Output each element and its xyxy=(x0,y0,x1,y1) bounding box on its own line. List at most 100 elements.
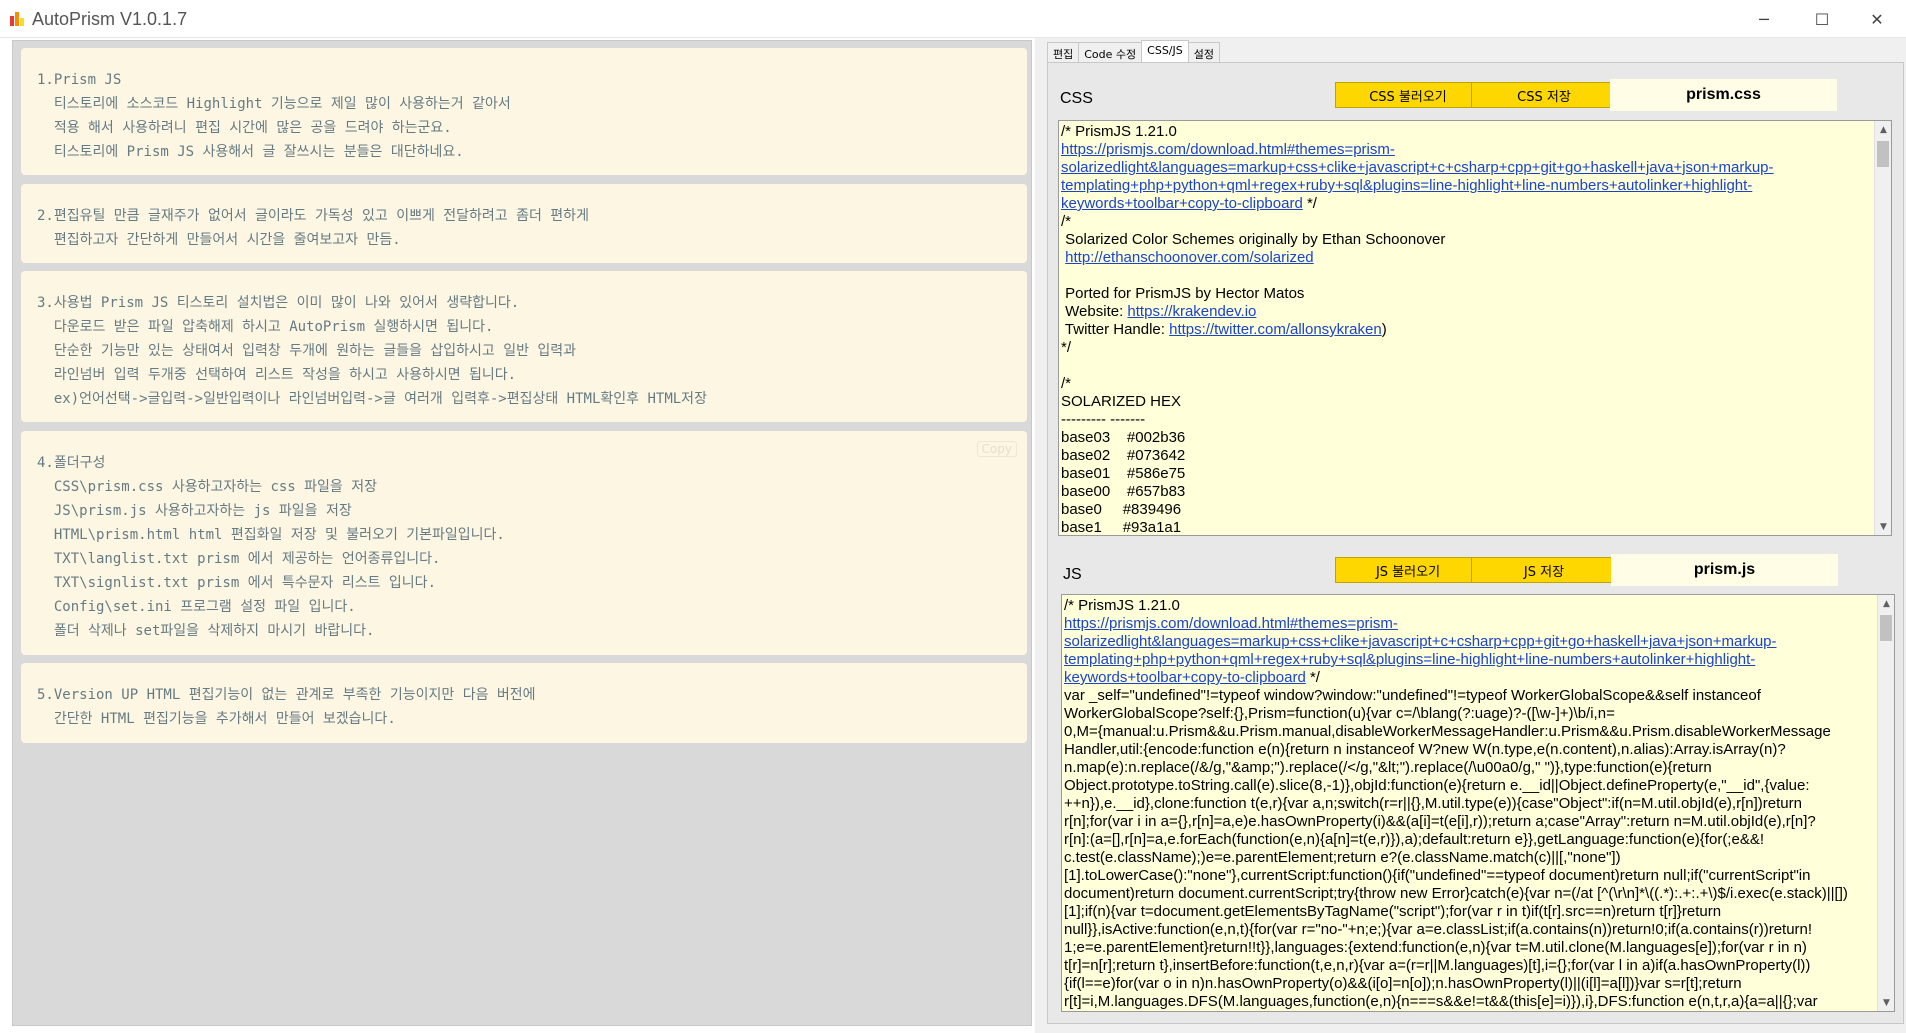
note-line: 티스토리에 소스코드 Highlight 기능으로 제일 많이 사용하는거 같아… xyxy=(37,96,511,112)
note-line: 폴더 삭제나 set파일을 삭제하지 마시기 바랍니다. xyxy=(37,623,375,639)
copy-button[interactable]: Copy xyxy=(976,441,1017,457)
code-line: templating+php+python+qml+regex+ruby+sql… xyxy=(1061,177,1873,195)
scroll-up-icon[interactable]: ▲ xyxy=(1875,121,1891,138)
note-card-5: 5.Version UP HTML 편집기능이 없는 관계로 부족한 기능이지만… xyxy=(21,663,1027,743)
note-line: ex)언어선택->글입력->일반입력이나 라인넘버입력->글 여러개 입력후->… xyxy=(37,391,707,407)
note-line: Config\set.ini 프로그램 설정 파일 입니다. xyxy=(37,599,356,615)
pane-splitter[interactable] xyxy=(1035,38,1042,1033)
code-line: r[n]:(a=[],r[n]=a,e.forEach(function(e,n… xyxy=(1064,831,1764,848)
scroll-up-icon[interactable]: ▲ xyxy=(1878,595,1894,612)
css-filename: prism.css xyxy=(1610,79,1837,111)
scroll-down-icon[interactable]: ▼ xyxy=(1875,518,1891,535)
code-line: null}},isActive:function(e,n,t){for(var … xyxy=(1064,921,1813,938)
note-line: 다운로드 받은 파일 압축해제 하시고 AutoPrism 실행하시면 됩니다. xyxy=(37,319,494,335)
note-line: CSS\prism.css 사용하고자하는 css 파일을 저장 xyxy=(37,479,377,495)
code-line: base03 #002b36 xyxy=(1061,429,1186,446)
js-save-button[interactable]: JS 저장 xyxy=(1471,557,1617,583)
note-line: 단순한 기능만 있는 상태여서 입력창 두개에 원하는 글들을 삽입하시고 일반… xyxy=(37,343,577,359)
note-line: JS\prism.js 사용하고자하는 js 파일을 저장 xyxy=(37,503,352,519)
code-line: /* PrismJS 1.21.0 xyxy=(1061,123,1177,140)
note-line: TXT\signlist.txt prism 에서 특수문자 리스트 입니다. xyxy=(37,575,436,591)
tab-settings[interactable]: 설정 xyxy=(1187,42,1220,62)
code-link[interactable]: http://ethanschoonover.com/solarized xyxy=(1065,249,1313,266)
note-line: 2.편집유틸 만큼 글재주가 없어서 글이라도 가독성 있고 이쁘게 전달하려고… xyxy=(37,208,589,224)
css-label: CSS xyxy=(1060,90,1093,107)
code-link[interactable]: solarizedlight&languages=markup+css+clik… xyxy=(1061,159,1774,176)
editor-pane: 편집 Code 수정 CSS/JS 설정 CSS CSS 불러오기 CSS 저장… xyxy=(1042,38,1906,1033)
note-line: 4.폴더구성 xyxy=(37,455,106,471)
code-line: Website: https://krakendev.io xyxy=(1061,303,1257,320)
note-card-3: 3.사용법 Prism JS 티스토리 설치법은 이미 많이 나와 있어서 생략… xyxy=(21,271,1027,422)
code-link[interactable]: keywords+toolbar+copy-to-clipboard xyxy=(1064,669,1306,686)
css-editor[interactable]: /* PrismJS 1.21.0 https://prismjs.com/dow… xyxy=(1058,120,1892,536)
note-line: HTML\prism.html html 편집화일 저장 및 불러오기 기본파일… xyxy=(37,527,505,543)
code-link[interactable]: templating+php+python+qml+regex+ruby+sql… xyxy=(1064,651,1755,668)
js-load-button[interactable]: JS 불러오기 xyxy=(1335,557,1481,583)
code-line: document)return document.currentScript;t… xyxy=(1064,885,1848,902)
code-link[interactable]: keywords+toolbar+copy-to-clipboard xyxy=(1061,195,1303,212)
code-line: r[t]=i,M.languages.DFS(M.languages,funct… xyxy=(1064,993,1818,1010)
code-line: n.map(e):n.replace(/&/g,"&amp;").replace… xyxy=(1064,759,1712,776)
code-line: templating+php+python+qml+regex+ruby+sql… xyxy=(1064,651,1876,669)
code-line: var _self="undefined"!=typeof window?win… xyxy=(1064,687,1761,704)
note-line: 편집하고자 간단하게 만들어서 시간을 줄여보고자 만듬. xyxy=(37,232,401,248)
code-link[interactable]: solarizedlight&languages=markup+css+clik… xyxy=(1064,633,1777,650)
code-line: */ xyxy=(1061,339,1072,356)
code-line: [1];if(n){var t=document.getElementsByTa… xyxy=(1064,903,1722,920)
code-line: /* xyxy=(1061,213,1072,230)
note-line: 적용 해서 사용하려니 편집 시간에 많은 공을 드려야 하는군요. xyxy=(37,120,452,136)
code-line: /* xyxy=(1061,375,1072,392)
css-load-button[interactable]: CSS 불러오기 xyxy=(1335,82,1481,108)
code-link[interactable]: templating+php+python+qml+regex+ruby+sql… xyxy=(1061,177,1752,194)
code-link[interactable]: https://twitter.com/allonsykraken xyxy=(1169,321,1382,338)
js-editor[interactable]: /* PrismJS 1.21.0 https://prismjs.com/dow… xyxy=(1061,594,1895,1012)
note-card-4: Copy 4.폴더구성 CSS\prism.css 사용하고자하는 css 파일… xyxy=(21,431,1027,655)
note-card-2: 2.편집유틸 만큼 글재주가 없어서 글이라도 가독성 있고 이쁘게 전달하려고… xyxy=(21,184,1027,263)
note-line: TXT\langlist.txt prism 에서 제공하는 언어종류입니다. xyxy=(37,551,441,567)
code-line: base00 #657b83 xyxy=(1061,483,1186,500)
code-line: r[n];for(var i in a={},r[n]=a,e)e.hasOwn… xyxy=(1064,813,1816,830)
minimize-button[interactable]: ─ xyxy=(1735,0,1793,38)
note-line: 1.Prism JS xyxy=(37,72,122,88)
css-save-button[interactable]: CSS 저장 xyxy=(1471,82,1617,108)
maximize-button[interactable]: ☐ xyxy=(1793,0,1851,38)
code-line: Handler,util:{encode:function e(n){retur… xyxy=(1064,741,1786,758)
scroll-down-icon[interactable]: ▼ xyxy=(1878,994,1894,1011)
css-js-panel: CSS CSS 불러오기 CSS 저장 prism.css /* PrismJS… xyxy=(1047,62,1904,1024)
code-line: base02 #073642 xyxy=(1061,447,1186,464)
js-filename: prism.js xyxy=(1611,554,1838,586)
css-scrollbar[interactable]: ▲ ▼ xyxy=(1874,121,1891,535)
app-logo-icon xyxy=(10,10,26,26)
code-line: [1].toLowerCase():"none"},currentScript:… xyxy=(1064,867,1811,884)
note-line: 3.사용법 Prism JS 티스토리 설치법은 이미 많이 나와 있어서 생략… xyxy=(37,295,520,311)
notes-pane: 1.Prism JS 티스토리에 소스코드 Highlight 기능으로 제일 … xyxy=(12,40,1032,1026)
js-editor-text[interactable]: /* PrismJS 1.21.0 https://prismjs.com/dow… xyxy=(1064,597,1876,1011)
note-line: 간단한 HTML 편집기능을 추가해서 만들어 보겠습니다. xyxy=(37,711,396,727)
tab-code-edit[interactable]: Code 수정 xyxy=(1078,42,1143,62)
code-line: {if(l==e)for(var o in n)n.hasOwnProperty… xyxy=(1064,975,1742,992)
code-line: base1 #93a1a1 xyxy=(1061,519,1182,536)
code-link[interactable]: https://krakendev.io xyxy=(1127,303,1256,320)
code-line: https://prismjs.com/download.html#themes… xyxy=(1061,141,1873,159)
note-card-1: 1.Prism JS 티스토리에 소스코드 Highlight 기능으로 제일 … xyxy=(21,48,1027,175)
tab-css-js[interactable]: CSS/JS xyxy=(1141,40,1189,62)
code-line: keywords+toolbar+copy-to-clipboard */ xyxy=(1061,195,1317,212)
js-scrollbar[interactable]: ▲ ▼ xyxy=(1877,595,1894,1011)
code-line: http://ethanschoonover.com/solarized xyxy=(1061,249,1873,267)
code-line: base01 #586e75 xyxy=(1061,465,1186,482)
code-line: WorkerGlobalScope?self:{},Prism=function… xyxy=(1064,705,1615,722)
css-editor-text[interactable]: /* PrismJS 1.21.0 https://prismjs.com/dow… xyxy=(1061,123,1873,536)
code-link[interactable]: https://prismjs.com/download.html#themes… xyxy=(1061,141,1395,158)
code-line: Object.prototype.toString.call(e).slice(… xyxy=(1064,777,1810,794)
tab-edit[interactable]: 편집 xyxy=(1047,42,1080,62)
close-button[interactable]: ✕ xyxy=(1848,0,1906,38)
tab-strip: 편집 Code 수정 CSS/JS 설정 xyxy=(1047,40,1220,62)
code-line: t[r]=n[r];return t},insertBefore:functio… xyxy=(1064,957,1811,974)
code-line: base0 #839496 xyxy=(1061,501,1182,518)
code-link[interactable]: https://prismjs.com/download.html#themes… xyxy=(1064,615,1398,632)
scroll-thumb[interactable] xyxy=(1877,141,1889,167)
scroll-thumb[interactable] xyxy=(1880,615,1892,641)
code-line: 1;e=e.parentElement}return!!t}},language… xyxy=(1064,939,1807,956)
